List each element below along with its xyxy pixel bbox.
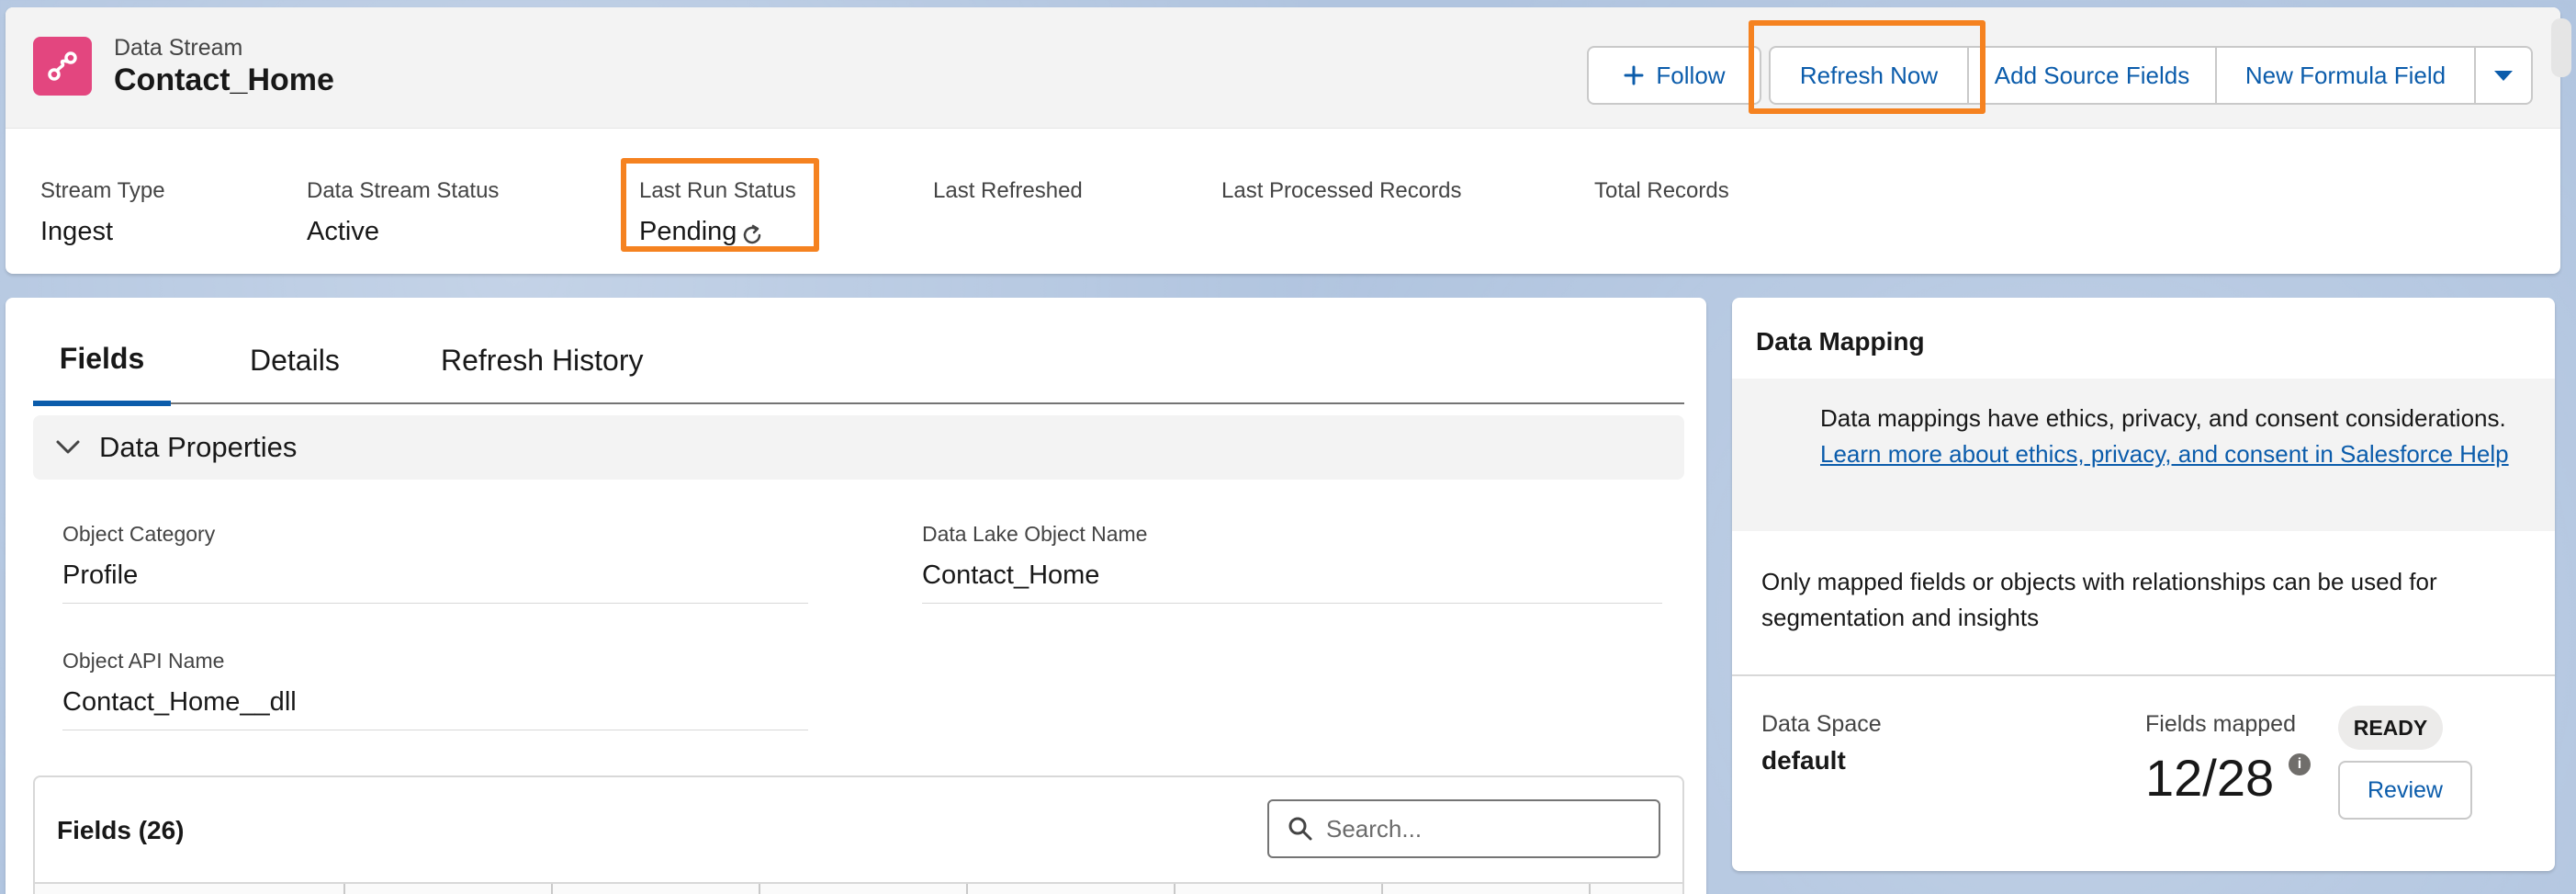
highlight-label: Last Refreshed <box>933 178 1083 203</box>
table-header-row <box>35 882 1682 894</box>
column-divider[interactable] <box>343 884 345 894</box>
object-type-label: Data Stream <box>114 35 243 61</box>
chevron-down-icon <box>55 439 81 456</box>
refresh-now-button[interactable]: Refresh Now <box>1769 46 1969 105</box>
data-properties-section-toggle[interactable]: Data Properties <box>33 415 1684 480</box>
add-source-fields-button[interactable]: Add Source Fields <box>1969 46 2217 105</box>
more-actions-button[interactable] <box>2476 46 2533 105</box>
follow-button[interactable]: Follow <box>1587 46 1761 105</box>
column-divider[interactable] <box>551 884 553 894</box>
last-run-status-text: Pending <box>639 217 737 246</box>
fields-panel: Fields Details Refresh History Data Prop… <box>6 298 1706 894</box>
record-title: Contact_Home <box>114 62 334 97</box>
fields-table: Fields (26) <box>33 775 1684 894</box>
column-divider[interactable] <box>1589 884 1591 894</box>
record-actions: Refresh Now Add Source Fields New Formul… <box>1769 46 2533 105</box>
status-badge: READY <box>2338 706 2443 750</box>
field-divider <box>62 603 808 604</box>
notice-message: Data mappings have ethics, privacy, and … <box>1820 404 2506 432</box>
follow-button-label: Follow <box>1656 61 1726 89</box>
column-divider[interactable] <box>1381 884 1383 894</box>
data-stream-icon <box>33 37 92 96</box>
review-button[interactable]: Review <box>2338 761 2472 820</box>
field-value: Contact_Home__dll <box>62 687 297 717</box>
highlight-label: Last Processed Records <box>1221 178 1462 203</box>
highlight-label: Data Stream Status <box>307 178 500 203</box>
tab-refresh-history[interactable]: Refresh History <box>441 316 644 404</box>
notice-text: Data mappings have ethics, privacy, and … <box>1820 401 2518 472</box>
fields-table-title: Fields (26) <box>57 816 185 844</box>
refresh-icon <box>744 224 761 243</box>
last-run-status-value: Pending <box>639 217 764 247</box>
divider <box>1732 674 2555 676</box>
scrollbar[interactable] <box>2551 18 2571 77</box>
record-header: Data Stream Contact_Home Follow Refresh … <box>6 7 2560 274</box>
chevron-down-icon <box>2494 71 2513 81</box>
column-divider[interactable] <box>1174 884 1176 894</box>
tab-fields[interactable]: Fields <box>33 316 171 406</box>
highlight-label: Last Run Status <box>639 178 796 203</box>
field-label: Data Lake Object Name <box>922 522 1148 546</box>
data-mapping-panel: Data Mapping Data mappings have ethics, … <box>1732 298 2555 871</box>
search-box <box>1267 799 1660 858</box>
fields-mapped-value: 12/28 <box>2145 749 2275 807</box>
column-divider[interactable] <box>759 884 760 894</box>
field-divider <box>922 603 1662 604</box>
field-label: Object API Name <box>62 649 225 673</box>
field-value: Profile <box>62 560 139 590</box>
section-title: Data Properties <box>99 431 298 463</box>
highlight-label: Stream Type <box>40 178 165 203</box>
search-icon <box>1288 816 1313 842</box>
fields-mapped-label: Fields mapped <box>2145 711 2296 737</box>
field-value: Contact_Home <box>922 560 1100 590</box>
info-icon[interactable]: i <box>2289 753 2311 775</box>
data-space-label: Data Space <box>1761 711 1882 737</box>
data-mapping-notice: Data mappings have ethics, privacy, and … <box>1732 379 2555 531</box>
field-label: Object Category <box>62 522 216 546</box>
data-mapping-title: Data Mapping <box>1756 327 1925 356</box>
search-input[interactable] <box>1326 814 1638 843</box>
tab-details[interactable]: Details <box>250 316 340 404</box>
column-divider[interactable] <box>966 884 968 894</box>
highlight-value: Ingest <box>40 217 113 246</box>
tab-bar: Fields Details Refresh History <box>33 316 1684 406</box>
ethics-privacy-help-link[interactable]: Learn more about ethics, privacy, and co… <box>1820 440 2509 468</box>
mapping-info-text: Only mapped fields or objects with relat… <box>1761 568 2437 631</box>
record-header-title-bar: Data Stream Contact_Home Follow Refresh … <box>6 7 2560 129</box>
data-space-value: default <box>1761 746 1846 775</box>
highlight-value: Active <box>307 217 379 246</box>
highlight-label: Total Records <box>1594 178 1729 203</box>
new-formula-field-button[interactable]: New Formula Field <box>2217 46 2476 105</box>
plus-icon <box>1624 65 1644 85</box>
